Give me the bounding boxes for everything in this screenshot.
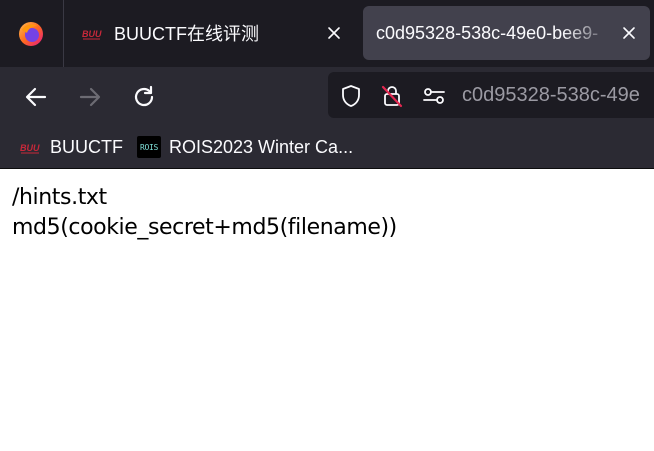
tab-close-button[interactable] [319,18,349,48]
browser-window: BUU BUUCTF在线评测 c0d95328-538c-49e0-bee9- [0,0,654,451]
bookmark-label: ROIS2023 Winter Ca... [169,136,354,157]
navigation-toolbar: c0d95328-538c-49e [0,67,654,127]
permissions-button[interactable] [422,84,446,108]
svg-text:BUU: BUU [20,143,40,153]
text-line: /hints.txt [12,185,107,210]
reload-icon [134,85,154,107]
url-text: c0d95328-538c-49e [462,84,640,106]
tab-title: c0d95328-538c-49e0-bee9- [376,22,599,43]
permissions-sliders-icon [423,88,445,104]
site-security-button[interactable] [380,84,404,108]
firefox-icon [19,21,43,46]
page-content: /hints.txt md5(cookie_secret+md5(filenam… [0,169,654,451]
forward-button[interactable] [74,81,106,113]
buuctf-favicon-icon: BUU [20,136,42,158]
firefox-view-button[interactable] [0,0,62,67]
bookmark-buuctf[interactable]: BUU BUUCTF [20,135,123,159]
tab-close-button[interactable] [614,18,644,48]
rois-favicon-icon: ROIS [137,136,161,158]
back-button[interactable] [20,81,52,113]
back-arrow-icon [25,87,47,107]
tab-strip: BUU BUUCTF在线评测 c0d95328-538c-49e0-bee9- [0,0,654,67]
buuctf-favicon-icon: BUU [82,29,102,40]
forward-arrow-icon [79,87,101,107]
close-icon [328,27,340,39]
insecure-lock-icon [381,85,403,108]
tab-active[interactable]: c0d95328-538c-49e0-bee9- [363,6,650,60]
close-icon [623,27,635,39]
bookmarks-toolbar: BUU BUUCTF ROIS ROIS2023 Winter Ca... [0,127,654,169]
bookmark-rois2023[interactable]: ROIS ROIS2023 Winter Ca... [137,135,353,159]
svg-text:BUU: BUU [82,29,102,39]
tab-buuctf[interactable]: BUU BUUCTF在线评测 [70,6,355,60]
bookmark-label: BUUCTF [50,136,123,157]
tracking-protection-button[interactable] [339,84,363,108]
tab-title: BUUCTF在线评测 [114,24,259,44]
shield-icon [342,85,360,107]
reload-button[interactable] [128,81,160,113]
tab-separator [63,0,64,67]
text-line: md5(cookie_secret+md5(filename)) [12,215,397,240]
url-bar[interactable]: c0d95328-538c-49e [328,72,654,118]
